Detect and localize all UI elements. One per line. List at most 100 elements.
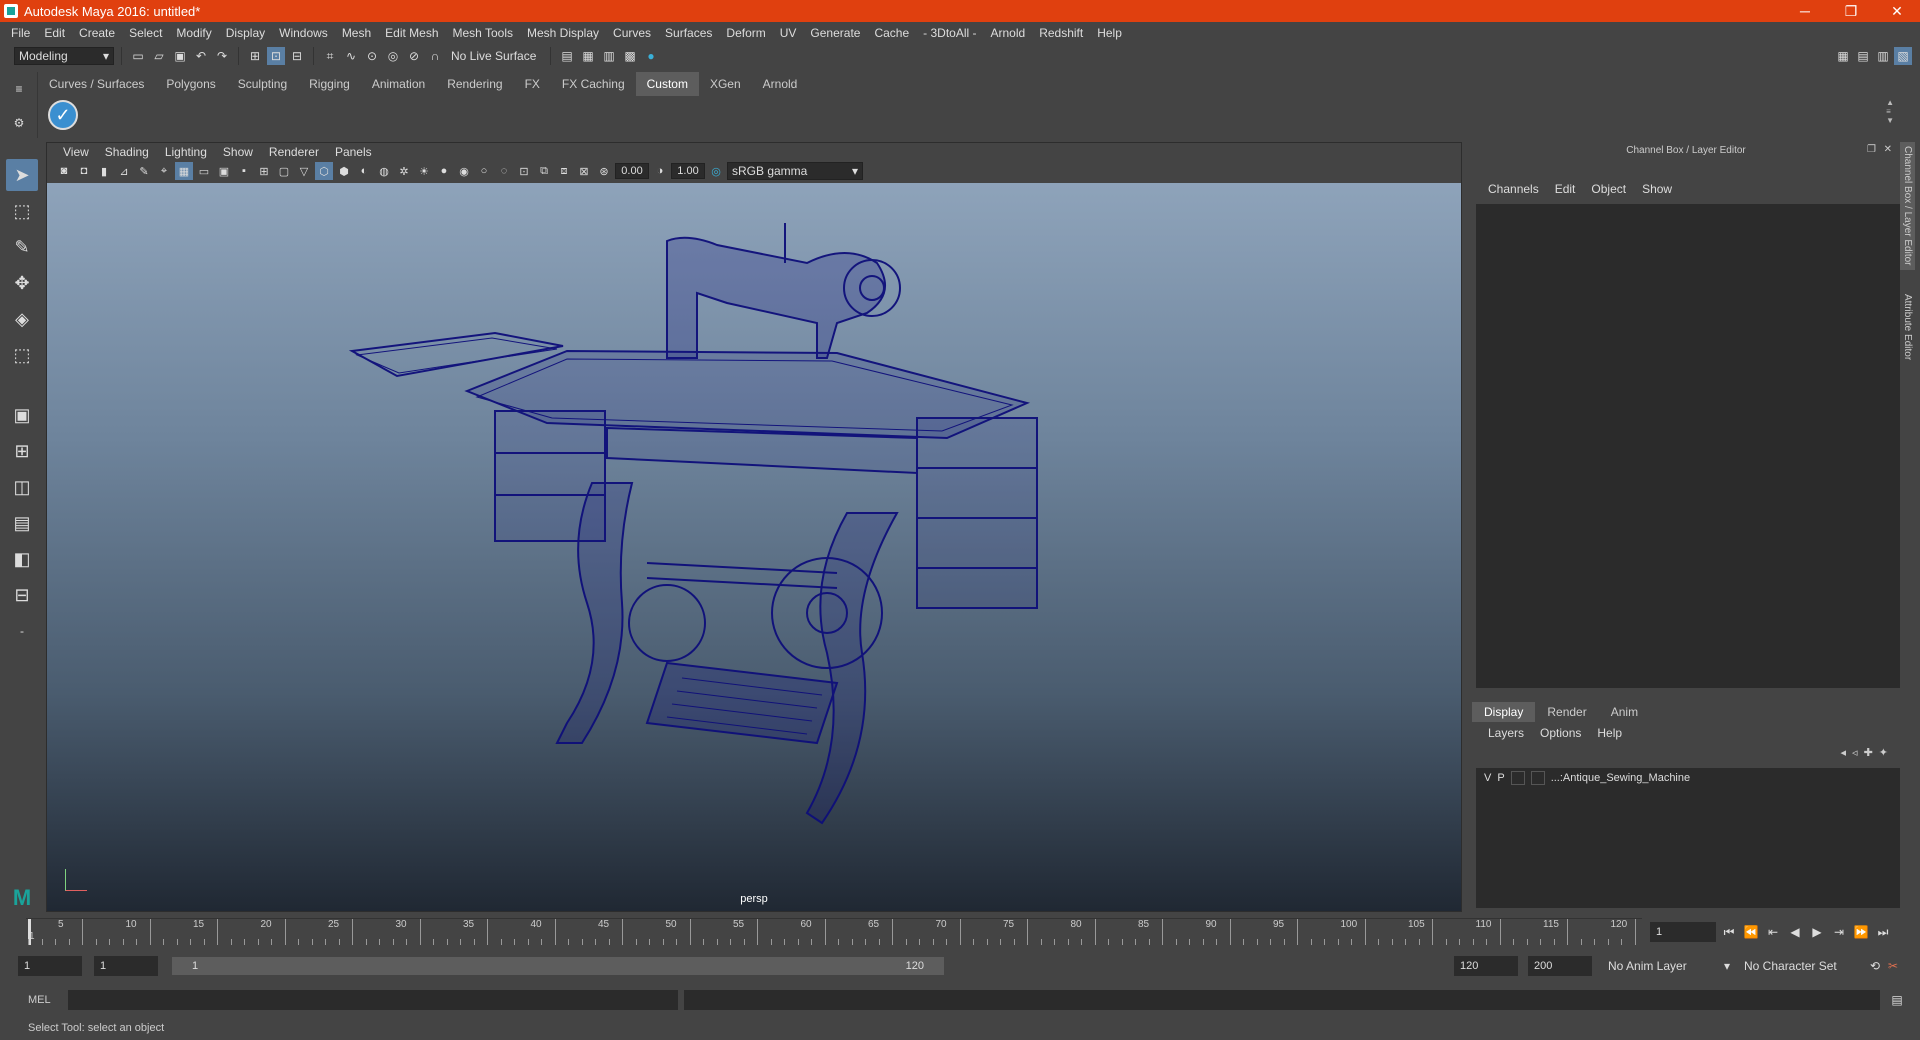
go-to-end-icon[interactable]: ⏭ [1874, 923, 1892, 941]
range-slider[interactable]: 1 120 [172, 957, 944, 975]
animation-preferences-icon[interactable]: ✂ [1884, 957, 1902, 975]
play-backwards-icon[interactable]: ◀ [1786, 923, 1804, 941]
cb-menu-edit[interactable]: Edit [1547, 182, 1584, 200]
ipr-render-icon[interactable]: ▥ [600, 47, 618, 65]
layer-tab-display[interactable]: Display [1472, 702, 1536, 722]
shelf-tab-rigging[interactable]: Rigging [298, 72, 361, 96]
persp-graph-layout-icon[interactable]: ◫ [6, 471, 38, 503]
menu-mesh-tools[interactable]: Mesh Tools [446, 26, 520, 40]
redo-icon[interactable]: ↷ [213, 47, 231, 65]
menu-deform[interactable]: Deform [719, 26, 772, 40]
shelf-scroll-up-icon[interactable]: ▲ [1886, 98, 1894, 107]
layer-menu-help[interactable]: Help [1589, 726, 1630, 740]
render-frame-icon[interactable]: ▦ [579, 47, 597, 65]
menu-surfaces[interactable]: Surfaces [658, 26, 719, 40]
layer-playback-toggle[interactable]: P [1497, 772, 1504, 784]
menu-cache[interactable]: Cache [867, 26, 916, 40]
render-view-icon[interactable]: ▤ [558, 47, 576, 65]
menu-edit-mesh[interactable]: Edit Mesh [378, 26, 445, 40]
float-panel-icon[interactable]: ❐ [1867, 144, 1876, 155]
mode-selector[interactable]: Modeling ▾ [14, 47, 114, 65]
depth-of-field-icon[interactable]: ◌ [495, 162, 513, 180]
anim-layer-selector[interactable]: No Anim Layer ▾ [1604, 957, 1734, 975]
menu-windows[interactable]: Windows [272, 26, 335, 40]
command-input[interactable] [68, 990, 678, 1010]
select-object-icon[interactable]: ⊡ [267, 47, 285, 65]
magnet-icon[interactable]: ∩ [426, 47, 444, 65]
character-set-selector[interactable]: No Character Set [1740, 957, 1860, 975]
use-all-lights-icon[interactable]: ✲ [395, 162, 413, 180]
menu-create[interactable]: Create [72, 26, 122, 40]
playback-start-field[interactable]: 1 [94, 956, 158, 976]
shelf-scroll-down-icon[interactable]: ▼ [1886, 116, 1894, 125]
hypershade-icon[interactable]: ● [642, 47, 660, 65]
safe-title-icon[interactable]: ▽ [295, 162, 313, 180]
menu-mesh-display[interactable]: Mesh Display [520, 26, 606, 40]
undo-icon[interactable]: ↶ [192, 47, 210, 65]
image-plane-icon[interactable]: ⊿ [115, 162, 133, 180]
snap-point-icon[interactable]: ⊙ [363, 47, 381, 65]
color-space-selector[interactable]: sRGB gamma ▾ [727, 162, 863, 180]
viewport-menu-renderer[interactable]: Renderer [261, 145, 327, 159]
exposure-field[interactable]: 0.00 [615, 163, 649, 179]
shelf-tab-rendering[interactable]: Rendering [436, 72, 513, 96]
layer-color-swatch[interactable] [1530, 771, 1545, 785]
tool-settings-toggle-icon[interactable]: ▥ [1874, 47, 1892, 65]
cb-menu-show[interactable]: Show [1634, 182, 1680, 200]
screen-space-ao-icon[interactable]: ● [435, 162, 453, 180]
xray-active-icon[interactable]: ⧈ [555, 162, 573, 180]
playback-end-field[interactable]: 120 [1454, 956, 1518, 976]
viewport-menu-panels[interactable]: Panels [327, 145, 380, 159]
move-layer-up-icon[interactable]: ◂ [1841, 746, 1847, 759]
snap-curve-icon[interactable]: ∿ [342, 47, 360, 65]
persp-outliner-layout-icon[interactable]: ◧ [6, 543, 38, 575]
go-to-start-icon[interactable]: ⏮ [1720, 923, 1738, 941]
menu-arnold[interactable]: Arnold [984, 26, 1033, 40]
shelf-tab-animation[interactable]: Animation [361, 72, 436, 96]
step-forward-frame-icon[interactable]: ⇥ [1830, 923, 1848, 941]
default-material-icon[interactable]: ◐ [355, 162, 373, 180]
layer-name[interactable]: ...:Antique_Sewing_Machine [1551, 772, 1690, 784]
current-frame-field[interactable]: 1 [1650, 922, 1716, 942]
smooth-shade-icon[interactable]: ⬢ [335, 162, 353, 180]
four-view-layout-icon[interactable]: ⊞ [6, 435, 38, 467]
2d-pan-zoom-icon[interactable]: ⌖ [155, 162, 173, 180]
camera-icon[interactable]: ◙ [55, 162, 73, 180]
move-layer-down-icon[interactable]: ◃ [1852, 746, 1858, 759]
open-scene-icon[interactable]: ▱ [150, 47, 168, 65]
time-slider[interactable]: 1 5 10 15 20 25 30 35 40 45 50 55 60 65 70 75 80 85 90 95 1… [26, 918, 1642, 946]
cb-menu-object[interactable]: Object [1583, 182, 1634, 200]
menu-generate[interactable]: Generate [803, 26, 867, 40]
live-surface-field[interactable]: No Live Surface [447, 47, 543, 65]
shelf-scroll-more-icon[interactable]: ≡ [1886, 107, 1894, 116]
menu-display[interactable]: Display [219, 26, 272, 40]
shelf-tab-curves-surfaces[interactable]: Curves / Surfaces [38, 72, 155, 96]
menu-mesh[interactable]: Mesh [335, 26, 378, 40]
new-layer-icon[interactable]: ✚ [1864, 746, 1873, 759]
xray-icon[interactable]: ⧉ [535, 162, 553, 180]
motion-blur-icon[interactable]: ◉ [455, 162, 473, 180]
step-back-frame-icon[interactable]: ⇤ [1764, 923, 1782, 941]
grease-pencil-icon[interactable]: ✎ [135, 162, 153, 180]
step-forward-key-icon[interactable]: ⏩ [1852, 923, 1870, 941]
mel-label[interactable]: MEL [28, 994, 68, 1006]
menu-help[interactable]: Help [1090, 26, 1129, 40]
side-tab-channel-box[interactable]: Channel Box / Layer Editor [1900, 142, 1915, 270]
select-tool-icon[interactable]: ➤ [6, 159, 38, 191]
xray-joints-icon[interactable]: ⊠ [575, 162, 593, 180]
shelf-tab-xgen[interactable]: XGen [699, 72, 752, 96]
move-tool-icon[interactable]: ✥ [6, 267, 38, 299]
menu-file[interactable]: File [4, 26, 37, 40]
select-component-icon[interactable]: ⊟ [288, 47, 306, 65]
viewport-menu-view[interactable]: View [55, 145, 97, 159]
custom-shelf-button[interactable]: ✓ [48, 100, 78, 130]
shelf-menu-icon[interactable]: ≡ [10, 80, 28, 98]
camera-attributes-icon[interactable]: ◘ [75, 162, 93, 180]
shelf-tab-fx[interactable]: FX [514, 72, 551, 96]
viewport-menu-lighting[interactable]: Lighting [157, 145, 215, 159]
layer-row[interactable]: V P ...:Antique_Sewing_Machine [1476, 768, 1900, 788]
gamma-field[interactable]: 1.00 [671, 163, 705, 179]
gamma-icon[interactable]: ◑ [651, 162, 669, 180]
menu-edit[interactable]: Edit [37, 26, 72, 40]
gate-mask-icon[interactable]: ▪ [235, 162, 253, 180]
